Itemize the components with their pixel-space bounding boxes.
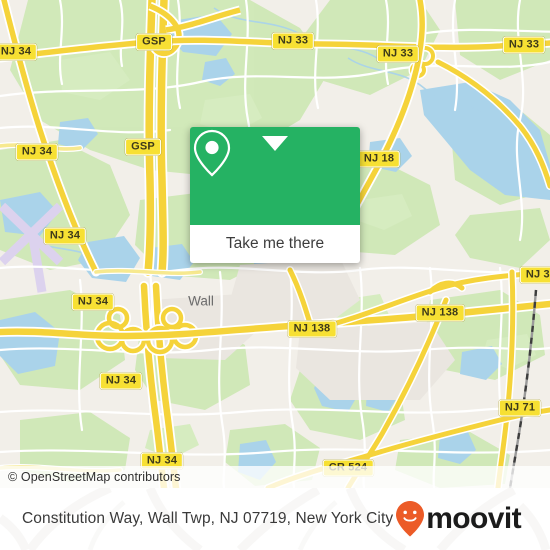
road-shield[interactable]: GSP [125,138,161,156]
map-place-label-wall: Wall [188,293,214,309]
road-shield[interactable]: NJ 33 [376,45,420,63]
attribution-text: © OpenStreetMap contributors [8,470,181,484]
road-shield[interactable]: NJ 71 [498,399,542,417]
footer-bar: Constitution Way, Wall Twp, NJ 07719, Ne… [0,488,550,550]
moovit-logo[interactable]: moovit [395,500,522,538]
screenshot-root: Wall NJ 34 GSP NJ 33 NJ 33 NJ 33 NJ 34 G… [0,0,550,550]
road-shield[interactable]: NJ 138 [415,304,465,322]
location-address: Constitution Way, Wall Twp, NJ 07719, Ne… [22,510,394,527]
map-pin-icon [193,129,231,177]
road-shield[interactable]: NJ 34 [15,143,59,161]
road-shield[interactable]: NJ 34 [99,372,143,390]
road-shield[interactable]: NJ 33 [502,36,546,54]
moovit-smiley-pin-icon [396,501,425,537]
road-shield[interactable]: GSP [136,33,172,51]
road-shield[interactable]: NJ 34 [43,227,87,245]
road-shield[interactable]: NJ 34 [0,43,38,61]
map-attribution: © OpenStreetMap contributors [0,466,550,488]
road-shield[interactable]: NJ 35 [519,266,550,284]
road-shield[interactable]: NJ 33 [271,32,315,50]
take-me-there-button[interactable]: Take me there [190,225,360,263]
road-shield[interactable]: NJ 34 [71,293,115,311]
take-me-there-label: Take me there [225,235,325,252]
map-canvas[interactable]: Wall NJ 34 GSP NJ 33 NJ 33 NJ 33 NJ 34 G… [0,0,550,488]
moovit-wordmark: moovit [426,502,521,535]
popup-tail [262,136,288,151]
road-shield[interactable]: NJ 18 [357,150,401,168]
road-shield[interactable]: NJ 138 [287,320,337,338]
footer-content-row: Constitution Way, Wall Twp, NJ 07719, Ne… [0,500,550,538]
